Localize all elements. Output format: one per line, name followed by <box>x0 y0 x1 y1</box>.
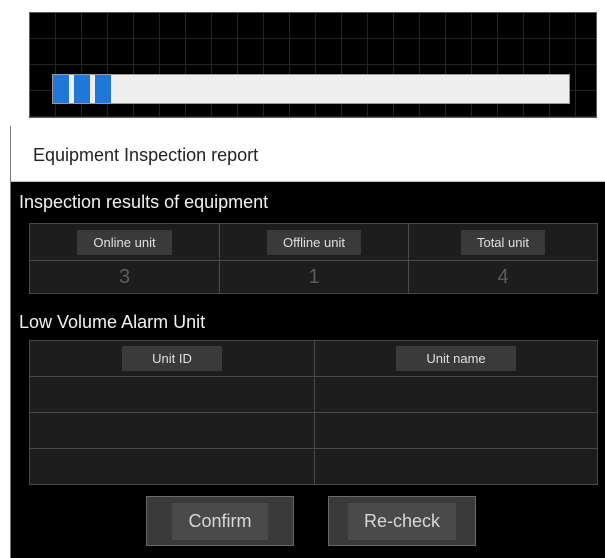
offline-unit-header: Offline unit <box>266 229 362 255</box>
recheck-button-label: Re-check <box>347 502 457 540</box>
table-row[interactable] <box>29 412 598 449</box>
low-volume-alarm-table: Unit ID Unit name <box>29 340 598 485</box>
progress-dialog <box>29 12 597 118</box>
unit-id-cell <box>29 376 315 413</box>
progress-bar-fill <box>53 75 115 103</box>
table-row[interactable] <box>29 376 598 413</box>
header-cell-online: Online unit <box>29 223 220 261</box>
unit-name-cell <box>314 376 598 413</box>
low-volume-alarm-heading: Low Volume Alarm Unit <box>19 312 206 332</box>
unit-name-cell <box>314 412 598 449</box>
online-unit-header: Online unit <box>76 229 173 255</box>
header-cell-unit-name: Unit name <box>314 340 598 377</box>
unit-id-cell <box>29 448 315 485</box>
confirm-button[interactable]: Confirm <box>146 496 294 546</box>
results-header-row: Online unit Offline unit Total unit <box>29 223 598 261</box>
results-value-row: 3 1 4 <box>29 260 598 294</box>
unit-name-header: Unit name <box>395 346 517 371</box>
inspection-results-table: Online unit Offline unit Total unit 3 1 … <box>29 223 598 294</box>
header-cell-unit-id: Unit ID <box>29 340 315 377</box>
title-bar: Equipment Inspection report <box>11 126 605 182</box>
unit-id-cell <box>29 412 315 449</box>
total-unit-count: 4 <box>408 260 598 294</box>
alarm-header-row: Unit ID Unit name <box>29 340 598 377</box>
confirm-button-label: Confirm <box>172 502 268 540</box>
header-cell-total: Total unit <box>408 223 598 261</box>
header-cell-offline: Offline unit <box>219 223 409 261</box>
inspection-report-window: Equipment Inspection report Inspection r… <box>10 126 605 558</box>
recheck-button[interactable]: Re-check <box>328 496 476 546</box>
unit-id-header: Unit ID <box>121 346 223 371</box>
online-unit-count: 3 <box>29 260 220 294</box>
progress-bar <box>52 74 570 104</box>
window-title: Equipment Inspection report <box>33 145 259 165</box>
inspection-results-heading: Inspection results of equipment <box>19 192 269 212</box>
unit-name-cell <box>314 448 598 485</box>
offline-unit-count: 1 <box>219 260 409 294</box>
table-row[interactable] <box>29 448 598 485</box>
total-unit-header: Total unit <box>459 229 547 255</box>
